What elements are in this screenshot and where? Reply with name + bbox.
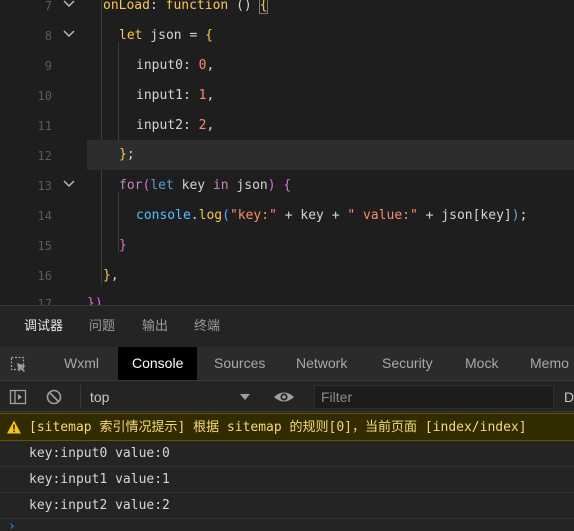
tab-debugger[interactable]: 调试器 (24, 318, 63, 336)
code-text: }; (119, 147, 135, 162)
console-toolbar: top D (0, 382, 574, 412)
line-number: 14 (37, 209, 52, 223)
code-line[interactable]: 15 } (0, 231, 574, 261)
line-number: 12 (37, 149, 52, 163)
code-text: } (119, 238, 127, 253)
console-warning-message[interactable]: [sitemap 索引情况提示] 根据 sitemap 的规则[0]，当前页面 … (0, 413, 574, 441)
fold-chevron-icon[interactable] (62, 27, 76, 41)
show-sidebar-icon[interactable] (9, 388, 27, 406)
tab-memory[interactable]: Memo (530, 347, 569, 380)
code-line[interactable]: 8 let json = { (0, 21, 574, 51)
code-text: input1: 1, (136, 88, 215, 103)
code-line[interactable]: 14 console.log("key:" + key + " value:" … (0, 201, 574, 231)
console-output[interactable]: [sitemap 索引情况提示] 根据 sitemap 的规则[0]，当前页面 … (0, 413, 574, 531)
log-text: key:input2 value:2 (29, 498, 170, 513)
console-log-message[interactable]: key:input1 value:1 (0, 468, 574, 493)
code-line[interactable]: 16 }, (0, 261, 574, 291)
panel-tab-bar: 调试器 问题 输出 终端 (0, 305, 574, 347)
code-text: }, (103, 268, 119, 283)
line-number: 15 (37, 239, 52, 253)
tab-console[interactable]: Console (118, 347, 198, 380)
log-levels-dropdown[interactable]: D (564, 389, 574, 405)
log-text: key:input0 value:0 (29, 446, 170, 461)
devtools-tab-bar: Wxml Console Sources Network Security Mo… (0, 347, 574, 381)
warning-icon (6, 419, 22, 435)
fold-chevron-icon[interactable] (62, 0, 76, 11)
console-log-message[interactable]: key:input0 value:0 (0, 442, 574, 467)
context-value: top (90, 389, 110, 405)
clear-console-icon[interactable] (45, 388, 63, 406)
devtools-panel: 调试器 问题 输出 终端 Wxml Console Sources Networ… (0, 305, 574, 531)
code-line[interactable]: 7 onLoad: function () { (0, 0, 574, 21)
dropdown-arrow-icon (240, 394, 250, 400)
code-text: for(let key in json) { (119, 178, 292, 193)
context-selector[interactable]: top (80, 385, 258, 409)
code-text: onLoad: function () { (103, 0, 269, 14)
console-log-message[interactable]: key:input2 value:2 (0, 494, 574, 519)
code-text: }) (87, 296, 103, 305)
log-text: key:input1 value:1 (29, 472, 170, 487)
code-editor[interactable]: 7 onLoad: function () { 8 let json = { 9… (0, 0, 574, 305)
code-line[interactable]: 13 for(let key in json) { (0, 171, 574, 201)
line-number: 7 (44, 0, 52, 13)
code-line[interactable]: 11 input2: 2, (0, 111, 574, 141)
fold-chevron-icon[interactable] (62, 177, 76, 191)
live-expression-eye-icon[interactable] (273, 388, 295, 406)
inspect-element-icon[interactable] (10, 356, 28, 374)
code-text: input0: 0, (136, 58, 215, 73)
console-prompt-icon[interactable]: › (8, 519, 16, 531)
code-text: let json = { (119, 28, 213, 43)
tab-security[interactable]: Security (382, 347, 433, 380)
code-text: input2: 2, (136, 118, 215, 133)
code-line[interactable]: 10 input1: 1, (0, 81, 574, 111)
tab-sources[interactable]: Sources (214, 347, 265, 380)
line-number: 13 (37, 179, 52, 193)
line-number: 9 (44, 59, 52, 73)
tab-network[interactable]: Network (296, 347, 347, 380)
code-line[interactable]: 9 input0: 0, (0, 51, 574, 81)
line-number: 17 (37, 297, 52, 305)
tab-output[interactable]: 输出 (142, 318, 168, 336)
filter-input[interactable] (314, 385, 554, 409)
tab-terminal[interactable]: 终端 (194, 318, 220, 336)
tab-mock[interactable]: Mock (465, 347, 498, 380)
code-text: console.log("key:" + key + " value:" + j… (136, 208, 528, 223)
line-number: 16 (37, 269, 52, 283)
line-number: 10 (37, 89, 52, 103)
tab-problems[interactable]: 问题 (89, 318, 115, 336)
code-line-current[interactable]: }; (87, 140, 574, 170)
tab-wxml[interactable]: Wxml (64, 347, 99, 380)
line-number: 8 (44, 29, 52, 43)
code-line[interactable]: 17 }) (0, 289, 574, 305)
warning-text: [sitemap 索引情况提示] 根据 sitemap 的规则[0]，当前页面 … (29, 420, 527, 435)
line-number: 11 (37, 119, 52, 133)
